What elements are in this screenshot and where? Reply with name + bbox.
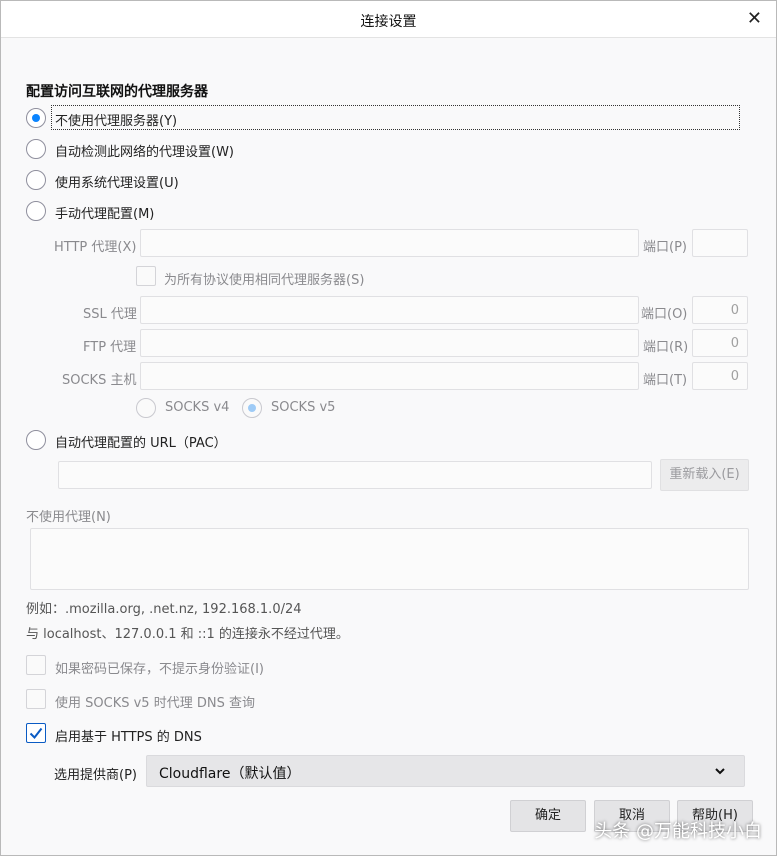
ok-button[interactable]: 确定: [510, 800, 586, 832]
http-port-input[interactable]: [692, 229, 748, 257]
ftp-port-input[interactable]: 0: [692, 329, 748, 357]
ftp-port-label: 端口(R): [643, 340, 689, 355]
socks-host-input[interactable]: [140, 362, 639, 390]
reload-button[interactable]: 重新载入(E): [660, 459, 749, 491]
system-proxy-label[interactable]: 使用系统代理设置(U): [55, 172, 179, 191]
http-port-label: 端口(P): [643, 240, 687, 255]
provider-select[interactable]: Cloudflare（默认值）: [146, 755, 745, 787]
socks-v5-label: SOCKS v5: [271, 400, 336, 415]
provider-value: Cloudflare（默认值）: [159, 766, 301, 782]
title-bar: 连接设置 ✕: [1, 1, 776, 38]
focus-ring: [51, 105, 740, 130]
no-proxy-for-label: 不使用代理(N): [26, 510, 111, 525]
radio-no-proxy[interactable]: [26, 108, 46, 128]
doh-checkbox[interactable]: [26, 723, 46, 743]
auto-detect-label[interactable]: 自动检测此网络的代理设置(W): [55, 141, 234, 160]
no-auth-prompt-checkbox[interactable]: [26, 655, 46, 675]
ftp-proxy-input[interactable]: [140, 329, 639, 357]
socks-port-input[interactable]: 0: [692, 362, 748, 390]
connection-settings-dialog: 连接设置 ✕ 配置访问互联网的代理服务器 不使用代理服务器(Y) 自动检测此网络…: [0, 0, 777, 856]
ssl-port-label: 端口(O): [641, 307, 688, 322]
no-proxy-example: 例如：.mozilla.org, .net.nz, 192.168.1.0/24: [26, 602, 302, 617]
same-proxy-label: 为所有协议使用相同代理服务器(S): [164, 273, 365, 288]
check-icon: [29, 727, 43, 740]
radio-socks-v4[interactable]: [136, 398, 156, 418]
radio-manual-proxy[interactable]: [26, 201, 46, 221]
socks-dns-label: 使用 SOCKS v5 时代理 DNS 查询: [55, 696, 255, 711]
ssl-proxy-label: SSL 代理: [83, 307, 137, 322]
socks-port-label: 端口(T): [643, 373, 688, 388]
manual-proxy-label[interactable]: 手动代理配置(M): [55, 203, 154, 222]
radio-socks-v5[interactable]: [242, 398, 262, 418]
radio-auto-detect[interactable]: [26, 139, 46, 159]
same-proxy-checkbox[interactable]: [136, 266, 156, 286]
ssl-proxy-input[interactable]: [140, 296, 639, 324]
dialog-title: 连接设置: [360, 14, 417, 30]
no-proxy-textarea[interactable]: [30, 528, 749, 590]
socks-v4-label: SOCKS v4: [165, 400, 230, 415]
http-proxy-label: HTTP 代理(X): [54, 240, 137, 255]
socks-host-label: SOCKS 主机: [62, 373, 137, 388]
close-icon[interactable]: ✕: [747, 9, 762, 29]
section-heading: 配置访问互联网的代理服务器: [26, 84, 208, 100]
doh-label[interactable]: 启用基于 HTTPS 的 DNS: [55, 726, 202, 745]
watermark: 头条 @万能科技小白: [594, 821, 762, 842]
radio-pac[interactable]: [26, 430, 46, 450]
pac-url-input[interactable]: [58, 461, 652, 489]
ftp-proxy-label: FTP 代理: [83, 340, 137, 355]
provider-label: 选用提供商(P): [54, 768, 137, 783]
radio-system-proxy[interactable]: [26, 170, 46, 190]
no-auth-prompt-label: 如果密码已保存，不提示身份验证(I): [55, 662, 264, 677]
no-proxy-note: 与 localhost、127.0.0.1 和 ::1 的连接永不经过代理。: [26, 627, 349, 642]
ssl-port-input[interactable]: 0: [692, 296, 748, 324]
pac-label[interactable]: 自动代理配置的 URL（PAC）: [55, 432, 227, 451]
http-proxy-input[interactable]: [140, 229, 639, 257]
socks-dns-checkbox[interactable]: [26, 689, 46, 709]
chevron-down-icon: [715, 768, 725, 775]
